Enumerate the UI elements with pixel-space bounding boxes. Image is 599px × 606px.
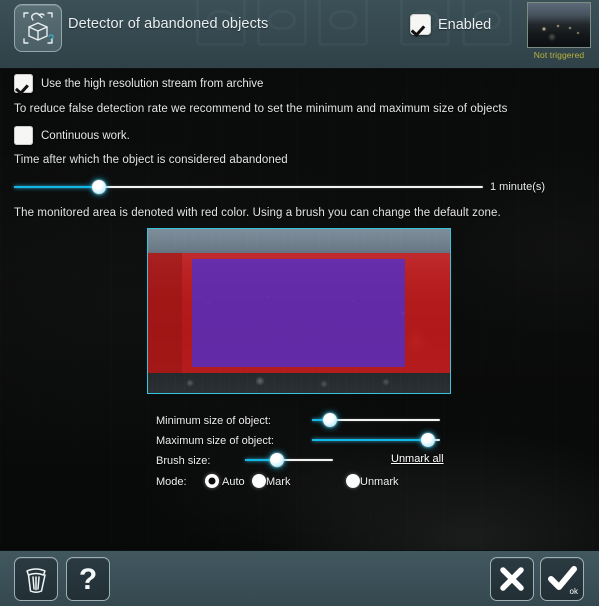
mode-label: Mode: [156,476,187,488]
abandon-time-slider[interactable] [14,179,483,195]
min-size-label: Minimum size of object: [156,415,271,427]
max-size-slider-fill [312,439,428,441]
detector-preview-thumbnail[interactable]: Not triggered [527,2,591,64]
svg-text:?: ? [48,33,54,45]
question-mark-icon[interactable]: ? [66,557,110,601]
abandon-time-label: Time after which the object is considere… [14,154,288,166]
mode-label-auto: Auto [222,476,245,488]
enabled-checkbox[interactable] [410,14,431,35]
continuous-work-checkbox[interactable] [14,126,33,145]
brush-size-label: Brush size: [156,455,211,467]
checkmark-icon[interactable]: ok [540,557,584,601]
min-size-slider[interactable] [312,412,440,428]
abandoned-object-detector-dialog: ? Detector of abandoned objects Enabled … [0,0,599,606]
mode-radio-unmark[interactable] [346,474,360,488]
continuous-work-label: Continuous work. [41,129,130,142]
high-res-stream-checkbox[interactable] [14,74,33,93]
high-res-stream-label: Use the high resolution stream from arch… [41,77,264,90]
mode-radio-mark[interactable] [252,474,266,488]
mode-label-unmark: Unmark [360,476,399,488]
brush-size-slider-handle[interactable] [270,453,284,467]
enabled-label: Enabled [438,16,492,33]
detection-rectangle-blue[interactable] [192,259,405,367]
close-icon[interactable] [490,557,534,601]
dialog-header: ? Detector of abandoned objects Enabled … [0,0,599,69]
mode-label-mark: Mark [266,476,291,488]
abandoned-object-detector-icon: ? [14,4,62,52]
video-foreground-detail [148,371,450,393]
brush-size-slider[interactable] [245,452,333,468]
mode-radio-auto[interactable] [205,474,219,488]
max-size-slider-handle[interactable] [421,433,435,447]
svg-text:?: ? [79,563,97,596]
detection-rate-hint: To reduce false detection rate we recomm… [14,103,508,115]
page-title: Detector of abandoned objects [68,16,269,32]
bottom-toolbar: ? ok [0,550,599,606]
abandon-time-value: 1 minute(s) [490,181,546,193]
header-watermark-icons [0,0,599,68]
zone-editor-video-preview[interactable] [147,228,451,394]
min-size-slider-handle[interactable] [323,413,337,427]
high-res-stream-option[interactable]: Use the high resolution stream from arch… [14,74,263,93]
max-size-slider[interactable] [312,432,440,448]
trash-icon[interactable] [14,557,58,601]
monitored-zone-red-edge [148,253,182,373]
max-size-label: Maximum size of object: [156,435,274,447]
thumbnail-image [527,2,591,48]
abandon-time-slider-fill [14,186,99,188]
abandon-time-slider-handle[interactable] [92,180,106,194]
ok-sublabel: ok [569,587,578,596]
continuous-work-option[interactable]: Continuous work. [14,126,130,145]
status-badge: Not triggered [533,50,585,60]
enabled-toggle[interactable]: Enabled [410,14,491,35]
monitored-area-hint: The monitored area is denoted with red c… [14,207,501,219]
unmark-all-link[interactable]: Unmark all [391,453,444,465]
